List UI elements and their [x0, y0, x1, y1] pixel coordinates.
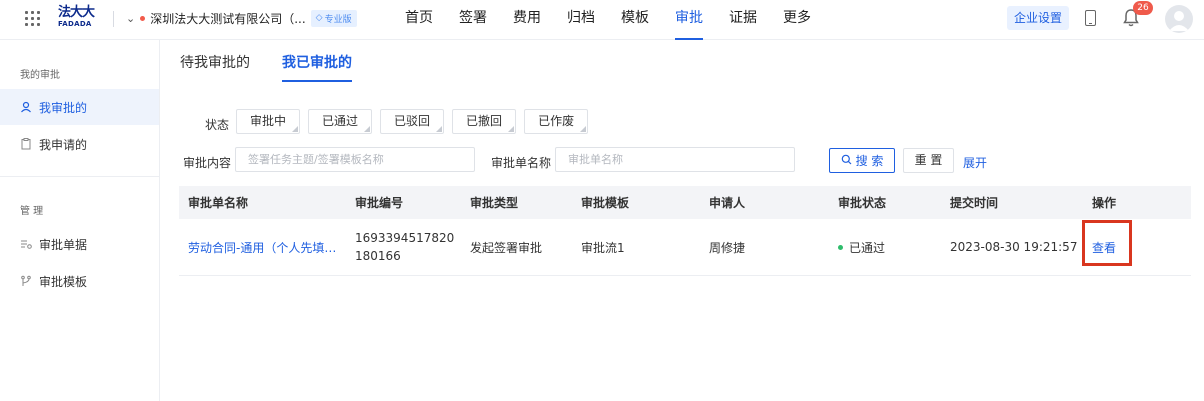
column-header-number: 审批编号	[355, 196, 404, 210]
column-header-template: 审批模板	[581, 196, 630, 210]
company-status-dot	[140, 15, 146, 21]
app-grid-icon[interactable]	[25, 11, 40, 26]
user-icon	[20, 101, 32, 113]
sidebar-item-approval-documents[interactable]: 审批单据	[0, 226, 159, 262]
approval-content-label: 审批内容	[183, 156, 232, 170]
plan-badge-label: 专业版	[324, 14, 352, 25]
approval-tabs: 待我审批的 我已审批的	[180, 52, 384, 82]
list-icon	[20, 238, 32, 250]
column-header-action: 操作	[1092, 196, 1117, 210]
tab-approved-by-me[interactable]: 我已审批的	[282, 52, 352, 82]
sidebar-item-label: 我审批的	[39, 100, 88, 115]
reset-button[interactable]: 重 置	[903, 148, 954, 173]
enterprise-settings-button[interactable]: 企业设置	[1007, 6, 1069, 30]
search-button[interactable]: 搜 索	[829, 148, 895, 173]
sidebar-section-my-approvals: 我的审批	[20, 70, 60, 81]
approval-type: 发起签署审批	[470, 240, 543, 255]
header-divider	[113, 11, 114, 27]
mobile-icon[interactable]	[1085, 10, 1096, 26]
logo-subtext: FADADA	[58, 20, 92, 28]
logo-text: 法大大	[58, 5, 95, 20]
nav-sign[interactable]: 签署	[459, 0, 487, 40]
approval-number: 1693394517820180166	[355, 231, 455, 263]
table-row: 劳动合同-通用（个人先填，... 1693394517820180166 发起签…	[179, 219, 1191, 276]
search-button-label: 搜 索	[855, 154, 884, 168]
approval-status-label: 已通过	[849, 240, 886, 255]
approval-name-input[interactable]	[555, 147, 795, 172]
sidebar-item-label: 审批单据	[39, 237, 88, 252]
approval-table: 审批单名称 审批编号 审批类型 审批模板 申请人 审批状态 提交时间 操作 劳动…	[179, 186, 1191, 276]
search-icon	[841, 154, 852, 168]
column-header-name: 审批单名称	[188, 196, 249, 210]
expand-filters-link[interactable]: 展开	[963, 154, 987, 171]
status-dot-icon	[838, 244, 843, 250]
branch-icon	[20, 275, 32, 287]
diamond-icon: ◇	[315, 13, 323, 23]
approval-content-input[interactable]	[235, 147, 475, 172]
company-switcher[interactable]: ⌄ 深圳法大大测试有限公司（... ◇ 专业版	[126, 9, 357, 27]
nav-more[interactable]: 更多	[783, 0, 811, 40]
applicant-name: 周修捷	[709, 240, 746, 255]
logo[interactable]: 法大大 FADADA	[58, 6, 98, 32]
status-filter-group: 审批中 已通过 已驳回 已撤回 已作废	[236, 109, 589, 134]
column-header-status: 审批状态	[838, 196, 887, 210]
nav-archive[interactable]: 归档	[567, 0, 595, 40]
status-filter-voided[interactable]: 已作废	[524, 109, 589, 134]
nav-evidence[interactable]: 证据	[729, 0, 757, 40]
tab-pending-approval[interactable]: 待我审批的	[180, 52, 250, 80]
approval-name-label: 审批单名称	[491, 156, 552, 170]
approval-status: 已通过	[829, 239, 941, 256]
status-filter-in-progress[interactable]: 审批中	[236, 109, 301, 134]
nav-home[interactable]: 首页	[405, 0, 433, 40]
column-header-applicant: 申请人	[709, 196, 746, 210]
approval-template: 审批流1	[581, 240, 625, 255]
avatar[interactable]	[1165, 5, 1193, 33]
sidebar-section-manage: 管 理	[20, 206, 44, 217]
sidebar-item-approved-by-me[interactable]: 我审批的	[0, 89, 159, 125]
approval-name-link[interactable]: 劳动合同-通用（个人先填，...	[179, 239, 346, 256]
column-header-submitted: 提交时间	[950, 196, 999, 210]
main-nav: 首页 签署 费用 归档 模板 审批 证据 更多	[405, 0, 837, 40]
sidebar-item-label: 我申请的	[39, 137, 88, 152]
status-filter-label: 状态	[205, 118, 230, 132]
clipboard-icon	[20, 138, 32, 150]
sidebar: 我的审批 我审批的 我申请的 管 理 审批单据 审批模板	[0, 40, 160, 401]
company-name: 深圳法大大测试有限公司（...	[150, 11, 306, 26]
status-filter-withdrawn[interactable]: 已撤回	[452, 109, 517, 134]
plan-badge: ◇ 专业版	[310, 9, 357, 27]
top-bar: 法大大 FADADA ⌄ 深圳法大大测试有限公司（... ◇ 专业版 首页 签署…	[0, 0, 1204, 40]
nav-approval[interactable]: 审批	[675, 0, 703, 40]
table-header: 审批单名称 审批编号 审批类型 审批模板 申请人 审批状态 提交时间 操作	[179, 186, 1191, 219]
notification-count-badge: 26	[1133, 1, 1153, 15]
sidebar-item-approval-templates[interactable]: 审批模板	[0, 263, 159, 299]
status-filter-rejected[interactable]: 已驳回	[380, 109, 445, 134]
chevron-down-icon: ⌄	[126, 11, 136, 25]
submitted-time: 2023-08-30 19:21:57	[950, 240, 1078, 254]
sidebar-item-label: 审批模板	[39, 274, 88, 289]
column-header-type: 审批类型	[470, 196, 519, 210]
status-filter-approved[interactable]: 已通过	[308, 109, 373, 134]
sidebar-divider	[0, 176, 159, 177]
nav-fees[interactable]: 费用	[513, 0, 541, 40]
highlight-annotation	[1082, 220, 1132, 266]
nav-templates[interactable]: 模板	[621, 0, 649, 40]
sidebar-item-my-applications[interactable]: 我申请的	[0, 126, 159, 162]
